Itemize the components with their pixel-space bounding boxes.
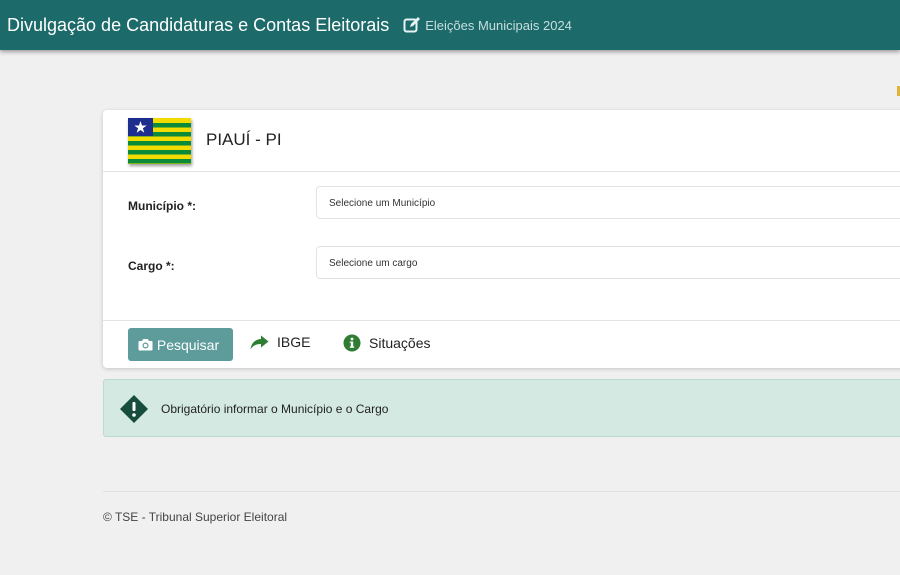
municipio-select[interactable]: Selecione um Município [316,186,900,219]
search-button[interactable]: Pesquisar [128,328,233,361]
search-card: PIAUÍ - PI Município *: Selecione um Mun… [103,110,900,368]
situacoes-label: Situações [369,335,431,351]
camera-icon [138,339,153,351]
info-icon [343,334,361,352]
election-subtitle[interactable]: Eleições Municipais 2024 [425,18,572,33]
footer-divider [103,491,900,492]
cargo-label: Cargo *: [128,259,175,273]
top-header: Divulgação de Candidaturas e Contas Elei… [0,0,900,50]
ibge-button[interactable]: IBGE [250,334,310,350]
card-header: PIAUÍ - PI [103,110,900,172]
cargo-select[interactable]: Selecione um cargo [316,246,900,279]
share-arrow-icon [250,335,269,349]
municipio-label: Município *: [128,199,196,213]
search-button-label: Pesquisar [156,336,220,353]
alert-message: Obrigatório informar o Município e o Car… [161,402,389,416]
card-footer-divider [103,320,900,321]
app-title: Divulgação de Candidaturas e Contas Elei… [7,14,390,35]
piaui-flag-icon [128,118,191,164]
edit-icon [403,16,421,34]
validation-alert: Obrigatório informar o Município e o Car… [103,379,900,437]
ibge-label: IBGE [277,334,311,350]
footer-copyright: © TSE - Tribunal Superior Eleitoral [103,510,288,524]
state-name: PIAUÍ - PI [206,130,282,149]
warning-diamond-icon [120,395,148,423]
situacoes-button[interactable]: Situações [343,334,430,352]
